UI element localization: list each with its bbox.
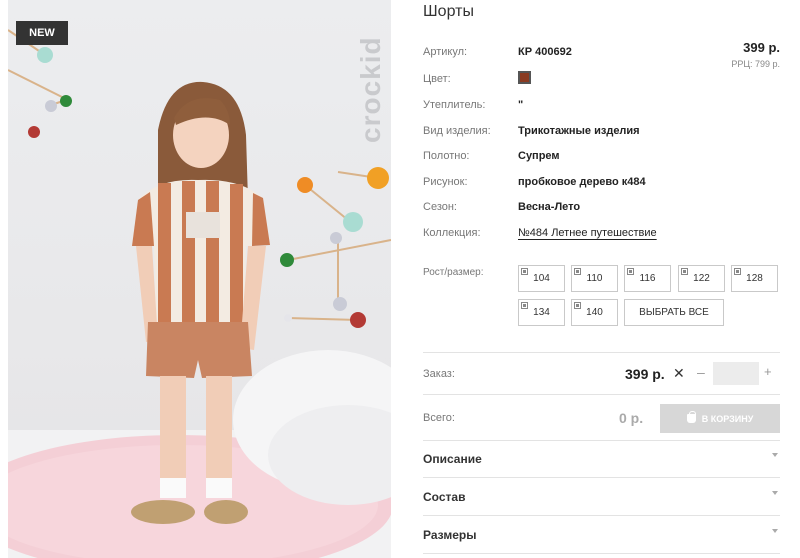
size-checkbox-icon bbox=[681, 268, 688, 275]
attr-fabric: Полотно: Супрем bbox=[423, 148, 780, 166]
attr-value: " bbox=[518, 99, 524, 111]
product-photo: NEW crockid bbox=[8, 0, 391, 558]
size-checkbox-icon bbox=[574, 268, 581, 275]
attr-pattern: Рисунок: пробковое дерево к484 bbox=[423, 174, 780, 192]
attr-season: Сезон: Весна-Лето bbox=[423, 199, 780, 217]
multiply-icon: ✕ bbox=[673, 365, 685, 381]
add-to-cart-label: В КОРЗИНУ bbox=[701, 413, 754, 424]
quantity-decrease-button[interactable]: – bbox=[697, 364, 705, 380]
size-option-116[interactable]: 116 bbox=[624, 265, 671, 292]
chevron-down-icon bbox=[772, 453, 778, 457]
size-value: 104 bbox=[533, 273, 550, 284]
shopping-bag-icon bbox=[686, 411, 696, 423]
total-value: 0 р. bbox=[619, 410, 644, 426]
size-option-110[interactable]: 110 bbox=[571, 265, 618, 292]
attr-label: Вид изделия: bbox=[423, 125, 491, 137]
attr-label: Полотно: bbox=[423, 150, 470, 162]
attr-value: пробковое дерево к484 bbox=[518, 176, 646, 188]
size-value: 134 bbox=[533, 307, 550, 318]
divider bbox=[423, 394, 780, 395]
size-checkbox-icon bbox=[734, 268, 741, 275]
photo-illustration bbox=[8, 29, 391, 558]
attr-value: КР 400692 bbox=[518, 46, 572, 58]
divider bbox=[423, 477, 780, 478]
divider bbox=[423, 440, 780, 441]
divider bbox=[423, 352, 780, 353]
attr-value: Супрем bbox=[518, 150, 560, 162]
size-option-140[interactable]: 140 bbox=[571, 299, 618, 326]
attr-value: Весна-Лето bbox=[518, 201, 581, 213]
order-label: Заказ: bbox=[423, 368, 455, 380]
new-badge: NEW bbox=[16, 21, 68, 45]
size-option-104[interactable]: 104 bbox=[518, 265, 565, 292]
size-checkbox-icon bbox=[521, 302, 528, 309]
accordion-description[interactable]: Описание bbox=[423, 449, 780, 471]
attr-color: Цвет: bbox=[423, 71, 780, 89]
order-price: 399 р. bbox=[625, 366, 665, 382]
accordion-label: Размеры bbox=[423, 528, 477, 542]
size-label: Рост/размер: bbox=[423, 267, 484, 278]
chevron-down-icon bbox=[772, 491, 778, 495]
attr-label: Сезон: bbox=[423, 201, 457, 213]
attr-article: Артикул: КР 400692 bbox=[423, 44, 780, 62]
product-title: Шорты bbox=[423, 3, 474, 20]
brand-watermark: crockid bbox=[355, 36, 386, 144]
attr-value: Трикотажные изделия bbox=[518, 125, 640, 137]
collection-link[interactable]: №484 Летнее путешествие bbox=[518, 227, 657, 239]
select-all-sizes-button[interactable]: ВЫБРАТЬ ВСЕ bbox=[624, 299, 724, 326]
accordion-composition[interactable]: Состав bbox=[423, 487, 780, 509]
size-option-128[interactable]: 128 bbox=[731, 265, 778, 292]
attr-label: Утеплитель: bbox=[423, 99, 486, 111]
accordion-sizes[interactable]: Размеры bbox=[423, 525, 780, 547]
attr-item-type: Вид изделия: Трикотажные изделия bbox=[423, 123, 780, 141]
accordion-label: Описание bbox=[423, 452, 482, 466]
quantity-increase-button[interactable]: + bbox=[764, 364, 772, 379]
add-to-cart-button[interactable]: В КОРЗИНУ bbox=[660, 404, 780, 433]
size-option-134[interactable]: 134 bbox=[518, 299, 565, 326]
size-option-122[interactable]: 122 bbox=[678, 265, 725, 292]
attr-insulation: Утеплитель: " bbox=[423, 97, 780, 115]
divider bbox=[423, 515, 780, 516]
attr-label: Рисунок: bbox=[423, 176, 468, 188]
total-label: Всего: bbox=[423, 412, 455, 424]
chevron-down-icon bbox=[772, 529, 778, 533]
attr-label: Цвет: bbox=[423, 73, 451, 85]
size-value: 140 bbox=[586, 307, 603, 318]
size-checkbox-icon bbox=[574, 302, 581, 309]
size-checkbox-icon bbox=[627, 268, 634, 275]
accordion-label: Состав bbox=[423, 490, 466, 504]
size-value: 122 bbox=[693, 273, 710, 284]
color-swatch[interactable] bbox=[518, 71, 531, 84]
attr-label: Артикул: bbox=[423, 46, 468, 58]
product-info-panel: Шорты 399 р. РРЦ: 799 р. Артикул: КР 400… bbox=[423, 0, 780, 558]
quantity-input[interactable] bbox=[713, 362, 759, 385]
size-value: 116 bbox=[639, 273, 656, 284]
attr-collection: Коллекция: №484 Летнее путешествие bbox=[423, 225, 780, 243]
attr-label: Коллекция: bbox=[423, 227, 481, 239]
size-checkbox-icon bbox=[521, 268, 528, 275]
size-value: 110 bbox=[586, 273, 603, 284]
divider bbox=[423, 553, 780, 554]
size-value: 128 bbox=[746, 273, 763, 284]
